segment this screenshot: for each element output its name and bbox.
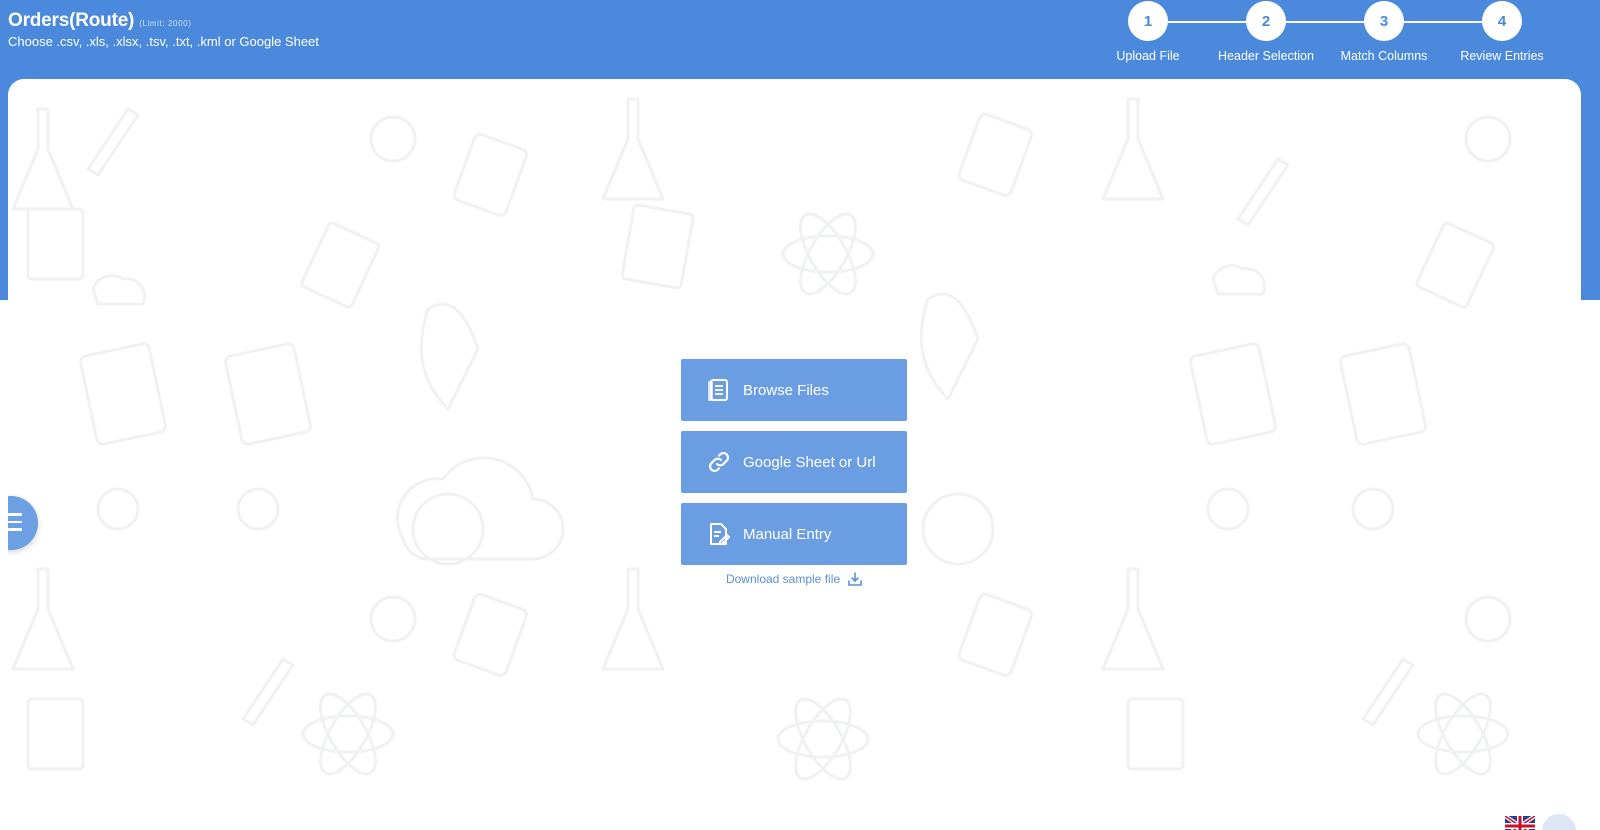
step-number: 4 <box>1482 1 1522 41</box>
document-icon <box>707 378 731 402</box>
page-title: Orders(Route) <box>8 10 135 31</box>
download-sample-link[interactable]: Download sample file <box>681 572 907 586</box>
step-upload-file[interactable]: 1 Upload File <box>1088 1 1208 63</box>
download-sample-label: Download sample file <box>725 572 841 586</box>
step-label: Header Selection <box>1218 49 1314 63</box>
page-subtitle: Choose .csv, .xls, .xlsx, .tsv, .txt, .k… <box>8 34 319 49</box>
language-flag-icon[interactable] <box>1503 814 1537 830</box>
hamburger-icon <box>8 513 22 536</box>
google-sheet-url-button[interactable]: Google Sheet or Url <box>681 431 907 493</box>
step-label: Upload File <box>1116 49 1180 63</box>
browse-files-button[interactable]: Browse Files <box>681 359 907 421</box>
step-header-selection[interactable]: 2 Header Selection <box>1206 1 1326 63</box>
title-block: Orders(Route) (Limit: 2000) Choose .csv,… <box>8 10 319 49</box>
download-icon <box>848 572 862 586</box>
manual-entry-label: Manual Entry <box>743 525 832 543</box>
step-review-entries[interactable]: 4 Review Entries <box>1442 1 1562 63</box>
stepper: 1 Upload File 2 Header Selection 3 Match… <box>1110 1 1600 71</box>
step-number: 3 <box>1364 1 1404 41</box>
upload-actions: Browse Files Google Sheet or Url Manual … <box>681 359 907 586</box>
edit-document-icon <box>707 522 731 546</box>
manual-entry-button[interactable]: Manual Entry <box>681 503 907 565</box>
link-icon <box>707 450 731 474</box>
step-label: Review Entries <box>1460 49 1544 63</box>
google-sheet-url-label: Google Sheet or Url <box>743 453 876 471</box>
title-row: Orders(Route) (Limit: 2000) <box>8 10 319 32</box>
step-number: 2 <box>1246 1 1286 41</box>
browse-files-label: Browse Files <box>743 381 829 399</box>
step-number: 1 <box>1128 1 1168 41</box>
step-match-columns[interactable]: 3 Match Columns <box>1324 1 1444 63</box>
step-label: Match Columns <box>1340 49 1428 63</box>
limit-text: (Limit: 2000) <box>139 19 192 28</box>
